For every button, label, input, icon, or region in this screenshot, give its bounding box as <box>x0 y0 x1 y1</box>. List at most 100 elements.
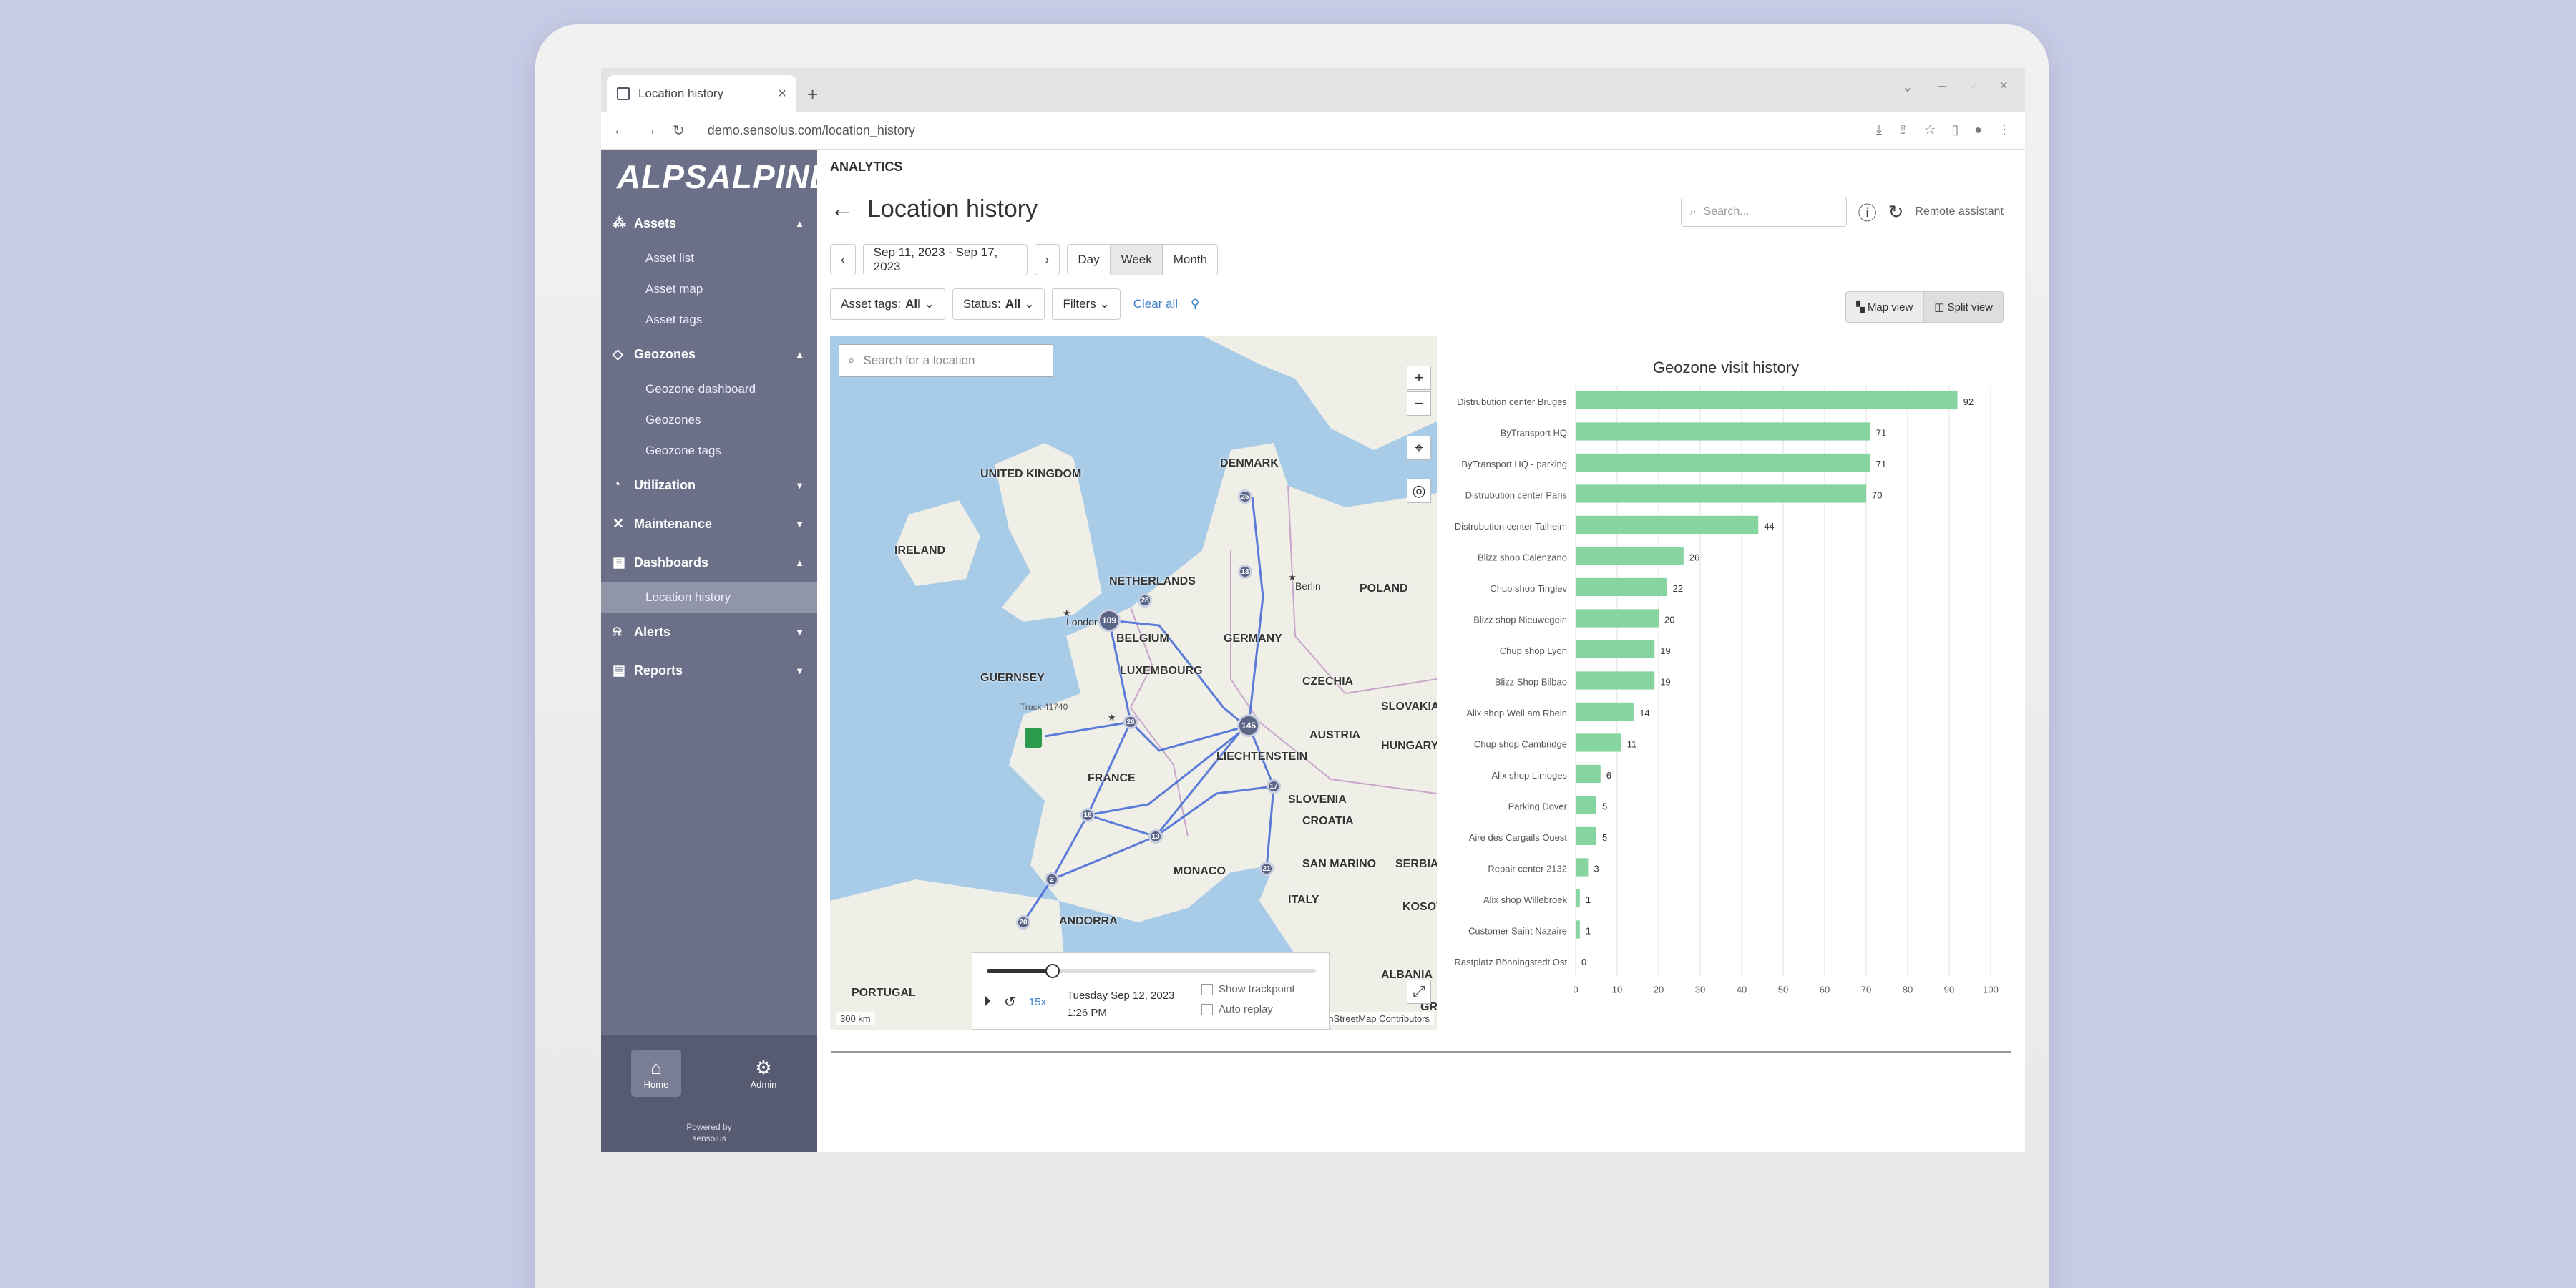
global-search-input[interactable]: ⌕ Search... <box>1680 197 1847 227</box>
profile-icon[interactable]: ● <box>1974 122 1982 137</box>
forward-icon[interactable]: → <box>643 122 657 139</box>
bar[interactable] <box>1576 764 1601 784</box>
map-cluster[interactable]: 13 <box>1148 829 1163 844</box>
menu-icon[interactable]: ⋮ <box>1998 122 2011 137</box>
map-cluster[interactable]: 28 <box>1138 593 1152 608</box>
map-view-button[interactable]: ▚ Map view <box>1845 291 1924 323</box>
status-label: Status: <box>962 297 1001 311</box>
map-panel[interactable]: ★ ★ ★ UNITED KINGDOM IRELAND DENMARK NETHER… <box>830 336 1437 1030</box>
fullscreen-icon[interactable]: ⤢ <box>1407 980 1431 1004</box>
new-tab-button[interactable]: + <box>807 84 818 106</box>
download-icon[interactable]: ⤓ <box>1876 122 1882 137</box>
nav-asset-tags[interactable]: Asset tags <box>601 304 817 335</box>
zoom-out-button[interactable]: − <box>1407 391 1431 416</box>
bar[interactable] <box>1576 422 1870 441</box>
globe-icon[interactable]: ◎ <box>1407 479 1431 503</box>
bar[interactable] <box>1576 671 1655 690</box>
reload-icon[interactable]: ↻ <box>673 122 685 140</box>
bar[interactable] <box>1576 640 1655 659</box>
back-icon[interactable]: ← <box>613 122 627 139</box>
map-cluster[interactable]: 20 <box>1016 915 1030 930</box>
map-cluster[interactable]: 21 <box>1259 862 1274 876</box>
close-tab-icon[interactable]: × <box>778 86 786 102</box>
star-icon[interactable]: ☆ <box>1924 122 1936 137</box>
bar[interactable] <box>1576 889 1580 908</box>
show-trackpoint-checkbox[interactable] <box>1201 983 1213 995</box>
auto-replay-option[interactable]: Auto replay <box>1201 1003 1273 1015</box>
bar[interactable] <box>1576 547 1684 565</box>
nav-geozones[interactable]: ◇ Geozones ▲ <box>601 335 817 374</box>
bar[interactable] <box>1576 920 1580 939</box>
filters-button[interactable]: Filters ⌄ <box>1052 288 1121 320</box>
replay-icon[interactable]: ↺ <box>1004 993 1016 1011</box>
status-filter[interactable]: Status: All ⌄ <box>952 288 1045 320</box>
nav-asset-list[interactable]: Asset list <box>601 243 817 273</box>
location-search-input[interactable]: ⌕ Search for a location <box>839 344 1053 377</box>
sidepanel-icon[interactable]: ▯ <box>1951 122 1958 137</box>
refresh-icon[interactable]: ↻ <box>1888 201 1904 223</box>
clear-all-link[interactable]: Clear all <box>1133 297 1178 311</box>
prev-period-button[interactable]: ‹ <box>830 244 856 275</box>
asset-tags-filter[interactable]: Asset tags: All ⌄ <box>830 288 945 320</box>
bar[interactable] <box>1576 484 1866 503</box>
date-range-picker[interactable]: Sep 11, 2023 - Sep 17, 2023 <box>862 244 1028 275</box>
close-window-icon[interactable]: × <box>1999 78 2008 96</box>
tab-title: Location history <box>638 87 724 100</box>
share-icon[interactable]: ⇪ <box>1898 122 1908 137</box>
remote-assistant-link[interactable]: Remote assistant <box>1915 205 2004 218</box>
bar[interactable] <box>1576 391 1958 410</box>
map-cluster[interactable]: 26 <box>1123 715 1138 729</box>
speed-selector[interactable]: 15x <box>1029 996 1046 1008</box>
bar[interactable] <box>1576 453 1870 472</box>
map-cluster[interactable]: 25 <box>1238 489 1252 504</box>
filter-reset-icon[interactable]: ⚲ <box>1191 297 1199 311</box>
chevron-down-icon[interactable]: ⌄ <box>1901 78 1913 96</box>
bar[interactable] <box>1576 577 1667 597</box>
bar[interactable] <box>1576 702 1634 721</box>
nav-reports[interactable]: ▤ Reports ▼ <box>601 651 817 690</box>
show-trackpoint-option[interactable]: Show trackpoint <box>1201 983 1295 995</box>
nav-dashboards[interactable]: ▦ Dashboards ▲ <box>601 543 817 582</box>
browser-tab[interactable]: Location history × <box>607 75 796 112</box>
bar[interactable] <box>1576 796 1596 814</box>
maximize-icon[interactable]: ▫ <box>1970 78 1975 96</box>
replay-handle[interactable] <box>1045 964 1060 978</box>
nav-alerts[interactable]: ⍾ Alerts ▼ <box>601 613 817 651</box>
bar[interactable] <box>1576 733 1621 752</box>
next-period-button[interactable]: › <box>1034 244 1060 275</box>
period-week[interactable]: Week <box>1110 244 1163 275</box>
back-arrow-icon[interactable]: ← <box>830 195 854 223</box>
play-icon[interactable]: ⏵ <box>984 994 991 1010</box>
period-month[interactable]: Month <box>1162 244 1218 275</box>
home-button[interactable]: ⌂ Home <box>631 1050 681 1097</box>
nav-location-history[interactable]: Location history <box>601 582 817 613</box>
split-view-button[interactable]: ◫ Split view <box>1923 291 2004 323</box>
bar[interactable] <box>1576 826 1596 846</box>
map-cluster[interactable]: 13 <box>1238 565 1252 579</box>
bar[interactable] <box>1576 858 1589 877</box>
map-cluster[interactable]: 109 <box>1098 609 1121 632</box>
nav-utilization[interactable]: ◔ Utilization ▼ <box>601 466 817 504</box>
map-cluster[interactable]: 2 <box>1045 872 1059 887</box>
period-day[interactable]: Day <box>1067 244 1111 275</box>
help-icon[interactable]: ⓘ <box>1858 199 1877 225</box>
auto-replay-checkbox[interactable] <box>1201 1003 1213 1015</box>
nav-geozones-list[interactable]: Geozones <box>601 404 817 435</box>
nav-assets[interactable]: ⁂ Assets ▲ <box>601 204 817 243</box>
url-field[interactable]: demo.sensolus.com/location_history <box>708 123 915 138</box>
map-cluster[interactable]: 17 <box>1267 779 1281 794</box>
admin-button[interactable]: ⚙ Admin <box>738 1050 789 1097</box>
nav-asset-map[interactable]: Asset map <box>601 273 817 304</box>
zoom-in-button[interactable]: + <box>1407 366 1431 390</box>
replay-slider[interactable] <box>987 964 1316 978</box>
nav-geozone-tags[interactable]: Geozone tags <box>601 435 817 466</box>
minimize-icon[interactable]: – <box>1938 78 1946 96</box>
bar[interactable] <box>1576 515 1759 535</box>
nav-geozone-dashboard[interactable]: Geozone dashboard <box>601 374 817 404</box>
locate-icon[interactable]: ⌖ <box>1407 436 1431 460</box>
map-attribution[interactable]: penStreetMap Contributors <box>1313 1012 1434 1025</box>
map-cluster[interactable]: 145 <box>1237 714 1260 737</box>
nav-maintenance[interactable]: ✕ Maintenance ▼ <box>601 504 817 543</box>
map-cluster[interactable]: 16 <box>1080 808 1095 822</box>
bar[interactable] <box>1576 609 1659 628</box>
